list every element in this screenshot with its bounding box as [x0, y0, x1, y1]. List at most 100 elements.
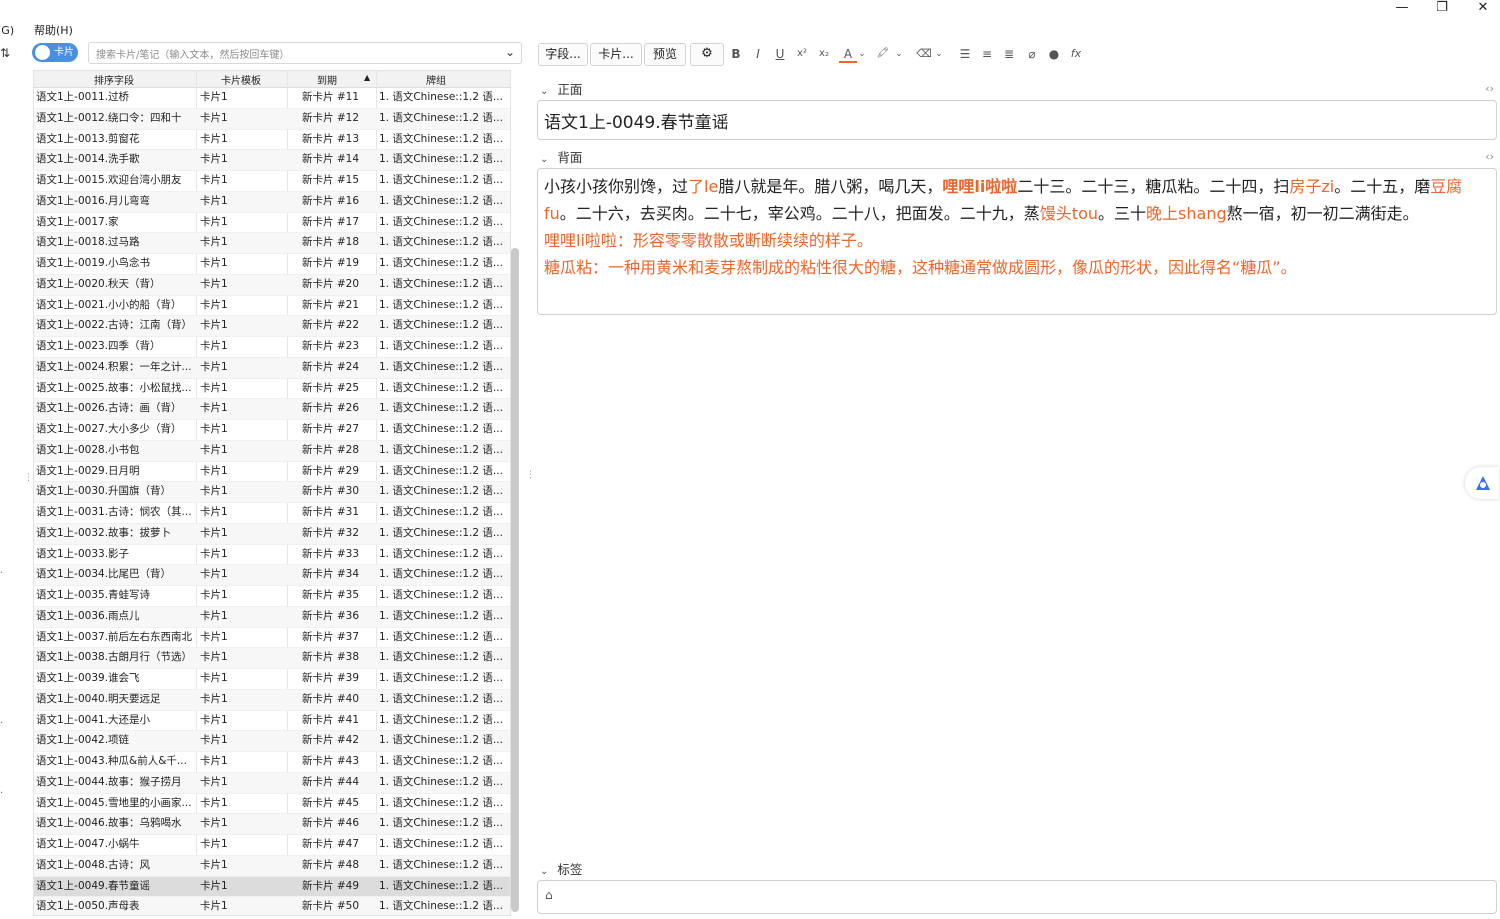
front-field-value[interactable]: 语文1上-0049.春节童谣	[544, 108, 729, 133]
table-row[interactable]: 语文1上-0032.故事：拔萝卜 卡片1 新卡片 #32 1. 语文Chinese::…	[34, 523, 510, 545]
microphone-icon[interactable]: ●	[1045, 45, 1063, 63]
collapse-chevron-icon[interactable]: ⌄	[540, 86, 548, 97]
column-header-deck[interactable]: 牌组	[376, 72, 496, 87]
table-row[interactable]: 语文1上-0019.小鸟念书 卡片1 新卡片 #19 1. 语文Chinese::1.…	[34, 254, 510, 275]
html-editor-toggle-icon[interactable]: ‹›	[1485, 82, 1494, 95]
bullet-list-icon[interactable]: ☰	[956, 45, 974, 63]
cell-due: 新卡片 #24	[302, 360, 359, 373]
cards-button[interactable]: 卡片...	[590, 43, 642, 66]
back-field[interactable]: 小孩小孩你别馋，过了le腊八就是年。腊八粥，喝几天，哩哩li啦啦二十三。二十三，…	[537, 168, 1497, 315]
table-row[interactable]: 语文1上-0041.大还是小 卡片1 新卡片 #41 1. 语文Chinese::1.…	[34, 711, 510, 732]
table-row[interactable]: 语文1上-0016.月儿弯弯 卡片1 新卡片 #16 1. 语文Chinese::1.…	[34, 191, 510, 213]
numbered-list-icon[interactable]: ≡	[978, 45, 996, 63]
preview-button[interactable]: 预览	[644, 43, 686, 66]
table-row[interactable]: 语文1上-0040.明天要远足 卡片1 新卡片 #40 1. 语文Chinese::1…	[34, 689, 510, 711]
table-row[interactable]: 语文1上-0023.四季（背） 卡片1 新卡片 #23 1. 语文Chinese::1…	[34, 337, 510, 358]
formula-icon[interactable]: fx	[1067, 45, 1085, 63]
chevron-down-icon[interactable]: ⌄	[505, 43, 515, 62]
attachment-icon[interactable]: ⌀	[1023, 45, 1041, 63]
underline-button[interactable]: U	[771, 45, 789, 63]
tags-field[interactable]: ⌂	[537, 880, 1497, 914]
table-row[interactable]: 语文1上-0031.古诗：悯农（其... 卡片1 新卡片 #31 1. 语文Chine…	[34, 503, 510, 524]
table-row[interactable]: 语文1上-0024.积累：一年之计... 卡片1 新卡片 #24 1. 语文Chine…	[34, 357, 510, 379]
table-row[interactable]: 语文1上-0018.过马路 卡片1 新卡片 #18 1. 语文Chinese::1.2…	[34, 233, 510, 254]
table-row[interactable]: 语文1上-0038.古朗月行（节选） 卡片1 新卡片 #38 1. 语文Chinese…	[34, 648, 510, 669]
table-row[interactable]: 语文1上-0035.青蛙写诗 卡片1 新卡片 #35 1. 语文Chinese::1.…	[34, 586, 510, 607]
chevron-down-icon[interactable]: ⌄	[857, 45, 867, 63]
column-header-card-template[interactable]: 卡片模板	[196, 72, 286, 87]
front-field[interactable]: 语文1上-0049.春节童谣	[537, 100, 1497, 140]
sidebar-toggle-icon[interactable]: ⇅	[0, 46, 10, 60]
table-row[interactable]: 语文1上-0042.项链 卡片1 新卡片 #42 1. 语文Chinese::1.2 …	[34, 731, 510, 752]
cell-card-template: 卡片1	[200, 858, 228, 871]
cell-card-template: 卡片1	[200, 443, 228, 456]
restore-button[interactable]: ❐	[1422, 0, 1462, 18]
table-row[interactable]: 语文1上-0046.故事：乌鸦喝水 卡片1 新卡片 #46 1. 语文Chinese:…	[34, 814, 510, 835]
back-field-content[interactable]: 小孩小孩你别馋，过了le腊八就是年。腊八粥，喝几天，哩哩li啦啦二十三。二十三，…	[544, 173, 1486, 281]
superscript-button[interactable]: x²	[793, 45, 811, 63]
table-row[interactable]: 语文1上-0033.影子 卡片1 新卡片 #33 1. 语文Chinese::1.2 …	[34, 545, 510, 566]
column-header-sort-field[interactable]: 排序字段	[34, 72, 194, 87]
align-icon[interactable]: ≣	[1000, 45, 1018, 63]
subscript-button[interactable]: x₂	[815, 45, 833, 63]
italic-button[interactable]: I	[749, 45, 767, 63]
table-row[interactable]: 语文1上-0043.种瓜&前人&千... 卡片1 新卡片 #43 1. 语文Chine…	[34, 752, 510, 773]
collapse-chevron-icon[interactable]: ⌄	[540, 866, 548, 877]
minimize-button[interactable]: —	[1382, 0, 1422, 18]
table-row[interactable]: 语文1上-0030.升国旗（背） 卡片1 新卡片 #30 1. 语文Chinese::…	[34, 482, 510, 503]
table-row[interactable]: 语文1上-0014.洗手歌 卡片1 新卡片 #14 1. 语文Chinese::1.2…	[34, 150, 510, 171]
table-row[interactable]: 语文1上-0037.前后左右东西南北 卡片1 新卡片 #37 1. 语文Chinese…	[34, 628, 510, 649]
search-box[interactable]: ⌄	[88, 42, 522, 65]
table-row[interactable]: 语文1上-0011.过桥 卡片1 新卡片 #11 1. 语文Chinese::1.2 …	[34, 88, 510, 109]
collapse-chevron-icon[interactable]: ⌄	[540, 154, 548, 165]
cell-sort-field: 语文1上-0018.过马路	[36, 236, 140, 249]
column-header-due[interactable]: 到期	[287, 72, 367, 87]
table-row[interactable]: 语文1上-0044.故事：猴子捞月 卡片1 新卡片 #44 1. 语文Chinese:…	[34, 772, 510, 794]
bold-button[interactable]: B	[727, 45, 745, 63]
text-color-button[interactable]: A	[839, 45, 857, 63]
highlight-icon[interactable]: 🖍	[874, 45, 892, 63]
close-button[interactable]: ✕	[1463, 0, 1500, 18]
cell-deck: 1. 语文Chinese::1.2 语...	[379, 713, 503, 726]
assistant-floating-button[interactable]	[1465, 467, 1499, 499]
table-row[interactable]: 语文1上-0013.剪窗花 卡片1 新卡片 #13 1. 语文Chinese::1.2…	[34, 130, 510, 151]
cards-notes-toggle[interactable]: 卡片	[32, 43, 78, 62]
cell-due: 新卡片 #20	[302, 277, 359, 290]
html-editor-toggle-icon[interactable]: ‹›	[1485, 150, 1494, 163]
table-row[interactable]: 语文1上-0036.雨点儿 卡片1 新卡片 #36 1. 语文Chinese::1.2…	[34, 606, 510, 628]
back-field-header[interactable]: ⌄ 背面	[540, 147, 582, 166]
cell-deck: 1. 语文Chinese::1.2 语...	[379, 609, 503, 622]
table-row[interactable]: 语文1上-0026.古诗：画（背） 卡片1 新卡片 #26 1. 语文Chinese:…	[34, 399, 510, 420]
splitter-handle-icon[interactable]: ⋮	[24, 473, 33, 483]
table-row[interactable]: 语文1上-0025.故事：小松鼠找... 卡片1 新卡片 #25 1. 语文Chine…	[34, 379, 510, 400]
table-row[interactable]: 语文1上-0021.小小的船（背） 卡片1 新卡片 #21 1. 语文Chinese:…	[34, 296, 510, 317]
table-row[interactable]: 语文1上-0027.大小多少（背） 卡片1 新卡片 #27 1. 语文Chinese:…	[34, 420, 510, 441]
tags-header[interactable]: ⌄ 标签	[540, 859, 582, 878]
eraser-icon[interactable]: ⌫	[915, 45, 933, 63]
table-row[interactable]: 语文1上-0039.谁会飞 卡片1 新卡片 #39 1. 语文Chinese::1.2…	[34, 669, 510, 690]
table-row[interactable]: 语文1上-0045.雪地里的小画家... 卡片1 新卡片 #45 1. 语文Chine…	[34, 794, 510, 815]
table-row[interactable]: 语文1上-0012.绕口令：四和十 卡片1 新卡片 #12 1. 语文Chinese:…	[34, 108, 510, 130]
chevron-down-icon[interactable]: ⌄	[894, 45, 904, 63]
table-row[interactable]: 语文1上-0028.小书包 卡片1 新卡片 #28 1. 语文Chinese::1.2…	[34, 440, 510, 462]
table-row[interactable]: 语文1上-0022.古诗：江南（背） 卡片1 新卡片 #22 1. 语文Chinese…	[34, 316, 510, 337]
chevron-down-icon[interactable]: ⌄	[934, 45, 944, 63]
table-row[interactable]: 语文1上-0050.声母表 卡片1 新卡片 #50 1. 语文Chinese::1.2…	[34, 897, 510, 915]
front-field-header[interactable]: ⌄ 正面	[540, 79, 582, 98]
gear-icon[interactable]: ⚙	[690, 43, 724, 66]
table-row[interactable]: 语文1上-0015.欢迎台湾小朋友 卡片1 新卡片 #15 1. 语文Chinese:…	[34, 171, 510, 192]
table-scrollbar[interactable]	[511, 248, 519, 912]
table-row[interactable]: 语文1上-0047.小蜗牛 卡片1 新卡片 #47 1. 语文Chinese::1.2…	[34, 835, 510, 856]
cell-deck: 1. 语文Chinese::1.2 语...	[379, 506, 503, 518]
fields-button[interactable]: 字段...	[538, 43, 588, 66]
table-row[interactable]: 语文1上-0048.古诗：风 卡片1 新卡片 #48 1. 语文Chinese::1.…	[34, 855, 510, 877]
search-input[interactable]	[89, 46, 491, 65]
menu-help[interactable]: 帮助(H)	[34, 22, 73, 38]
menu-go[interactable]: 转(G)	[0, 22, 14, 38]
table-row[interactable]: 语文1上-0017.家 卡片1 新卡片 #17 1. 语文Chinese::1.2 语…	[34, 213, 510, 234]
table-row[interactable]: 语文1上-0020.秋天（背） 卡片1 新卡片 #20 1. 语文Chinese::1…	[34, 274, 510, 296]
table-row[interactable]: 语文1上-0049.春节童谣 卡片1 新卡片 #49 1. 语文Chinese::1.…	[34, 876, 510, 898]
table-row[interactable]: 语文1上-0029.日月明 卡片1 新卡片 #29 1. 语文Chinese::1.2…	[34, 462, 510, 483]
table-row[interactable]: 语文1上-0034.比尾巴（背） 卡片1 新卡片 #34 1. 语文Chinese::…	[34, 565, 510, 586]
cell-due: 新卡片 #13	[302, 132, 359, 145]
